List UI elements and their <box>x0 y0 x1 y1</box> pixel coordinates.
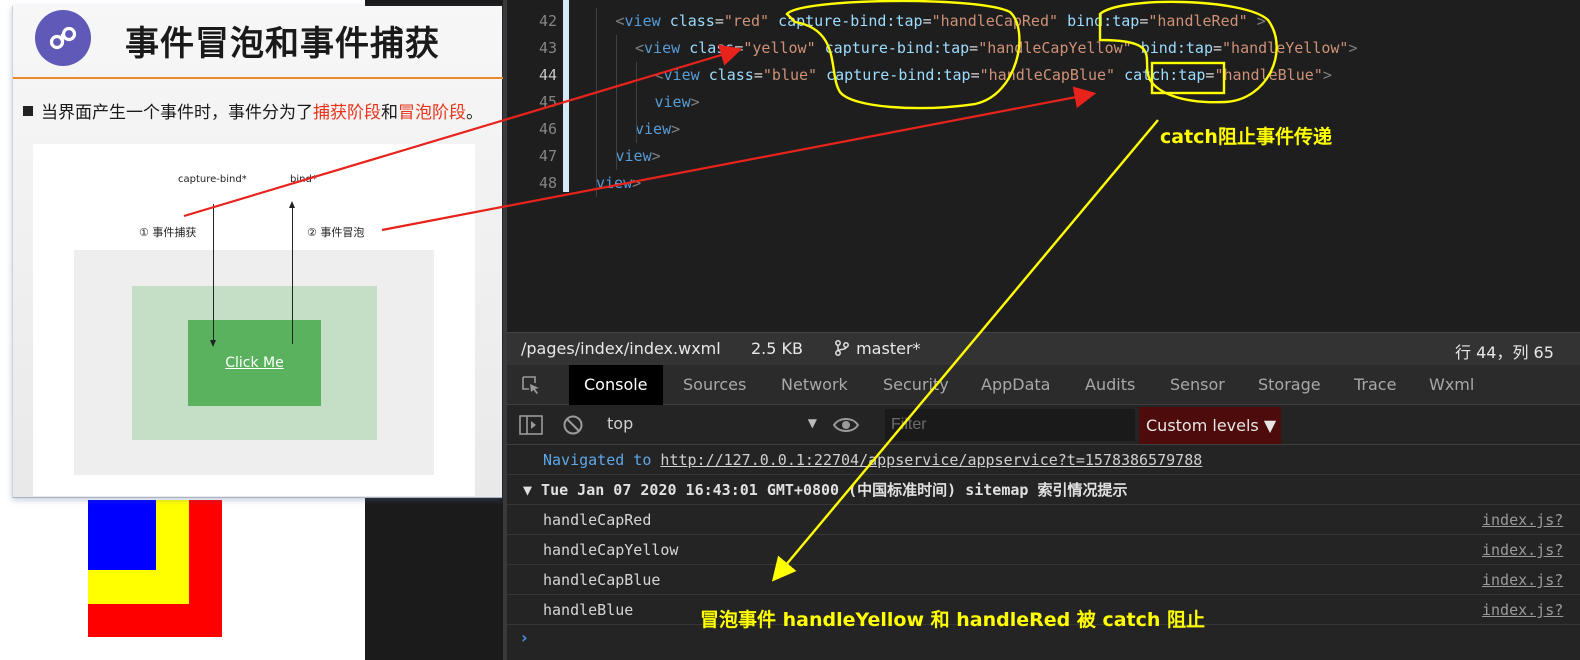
mini-program-logo-icon <box>35 10 91 66</box>
line-number: 42 <box>538 12 557 30</box>
indent-guide <box>596 8 597 197</box>
tab-security[interactable]: Security <box>883 365 949 405</box>
tab-appdata[interactable]: AppData <box>981 365 1050 405</box>
bullet-square-icon <box>23 106 33 116</box>
custom-levels-dropdown[interactable]: Custom levels ▼ <box>1139 407 1281 444</box>
log-message: handleCapYellow <box>543 541 679 559</box>
diagram-arrowheads <box>210 201 295 347</box>
tab-trace[interactable]: Trace <box>1354 365 1396 405</box>
bullet-and: 和 <box>381 103 398 123</box>
navigated-url[interactable]: http://127.0.0.1:22704/appservice/appser… <box>660 451 1202 469</box>
git-branch-icon <box>835 340 849 356</box>
console-group-row[interactable]: ▼ Tue Jan 07 2020 16:43:01 GMT+0800 (中国标… <box>507 475 1580 505</box>
code-text: view> <box>635 120 681 138</box>
bullet-text: 当界面产生一个事件时，事件分为了 <box>41 103 313 123</box>
file-path[interactable]: /pages/index/index.wxml <box>521 339 721 358</box>
console-log-row: handleCapYellow index.js? <box>507 535 1580 565</box>
log-source-link[interactable]: index.js? <box>1482 535 1563 565</box>
tab-network[interactable]: Network <box>781 365 848 405</box>
indent-guide <box>616 35 617 170</box>
console-row-navigated: Navigated to http://127.0.0.1:22704/apps… <box>507 445 1580 475</box>
code-text: view> <box>596 174 642 192</box>
slide-bullet: 当界面产生一个事件时，事件分为了捕获阶段和冒泡阶段。 <box>23 98 483 123</box>
navigated-prefix: Navigated to <box>543 451 652 469</box>
log-source-link[interactable]: index.js? <box>1482 505 1563 535</box>
tab-sources[interactable]: Sources <box>683 365 746 405</box>
code-text: view> <box>654 93 700 111</box>
event-flow-diagram: capture-bind* bind* ① 事件捕获 ② 事件冒泡 Click … <box>33 144 475 496</box>
devtools-tab-bar: Console Sources Network Security AppData Audi… <box>507 365 1580 405</box>
catch-note: catch阻止事件传递 <box>1160 126 1332 148</box>
blue-view[interactable] <box>88 500 156 570</box>
bullet-capture: 捕获阶段 <box>313 103 381 123</box>
console-prompt-icon[interactable]: › <box>521 628 528 647</box>
code-line[interactable]: 48 view> <box>509 170 641 197</box>
clear-console-icon[interactable] <box>562 414 584 436</box>
branch-name: master* <box>856 339 921 358</box>
code-line[interactable]: 44 <view class="blue" capture-bind:tap="h… <box>509 62 1332 89</box>
inspect-element-icon[interactable] <box>521 375 541 395</box>
group-text: ▼ Tue Jan 07 2020 16:43:01 GMT+0800 (中国标… <box>523 481 1128 499</box>
cursor-position[interactable]: 行 44，列 65 <box>1455 339 1554 363</box>
gutter-modified-bar <box>563 0 569 192</box>
log-message: handleCapBlue <box>543 571 661 589</box>
log-message: handleCapRed <box>543 511 652 529</box>
console-log-row: handleCapRed index.js? <box>507 505 1580 535</box>
file-size: 2.5 KB <box>751 339 803 358</box>
status-bar: /pages/index/index.wxml 2.5 KB master* 行… <box>507 332 1580 365</box>
slide-title: 事件冒泡和事件捕获 <box>125 24 440 64</box>
code-text: <view class="red" capture-bind:tap="hand… <box>615 12 1266 30</box>
slide-divider <box>13 77 503 79</box>
code-text: <view class="yellow" capture-bind:tap="h… <box>635 39 1358 57</box>
bullet-bubble: 冒泡阶段 <box>398 103 466 123</box>
code-line[interactable]: 42 <view class="red" capture-bind:tap="ha… <box>509 8 1266 35</box>
git-branch[interactable]: master* <box>833 339 921 358</box>
line-number: 48 <box>538 174 557 192</box>
code-text: view> <box>615 147 661 165</box>
line-number: 47 <box>538 147 557 165</box>
log-source-link[interactable]: index.js? <box>1482 595 1563 625</box>
indent-guide <box>636 62 637 143</box>
tab-wxml[interactable]: Wxml <box>1429 365 1474 405</box>
log-message: handleBlue <box>543 601 634 619</box>
bubble-note: 冒泡事件 handleYellow 和 handleRed 被 catch 阻止 <box>700 609 1206 631</box>
code-line[interactable]: 43 <view class="yellow" capture-bind:tap=… <box>509 35 1358 62</box>
code-line[interactable]: 45 view> <box>509 89 700 116</box>
line-number: 45 <box>538 93 557 111</box>
sidebar-toggle-icon[interactable] <box>519 414 543 436</box>
filter-input[interactable] <box>885 409 1135 441</box>
tab-sensor[interactable]: Sensor <box>1170 365 1225 405</box>
eye-icon[interactable] <box>833 416 859 434</box>
chevron-down-icon: ▼ <box>807 416 817 430</box>
bullet-end: 。 <box>466 103 483 123</box>
code-line[interactable]: 46 view> <box>509 116 680 143</box>
line-number: 43 <box>538 39 557 57</box>
line-number: 44 <box>538 66 557 84</box>
tab-audits[interactable]: Audits <box>1085 365 1135 405</box>
tab-console[interactable]: Console <box>569 365 663 405</box>
context-select[interactable]: top ▼ <box>607 414 817 436</box>
tab-storage[interactable]: Storage <box>1258 365 1321 405</box>
log-source-link[interactable]: index.js? <box>1482 565 1563 595</box>
console-log-row: handleCapBlue index.js? <box>507 565 1580 595</box>
context-value: top <box>607 414 634 433</box>
code-line[interactable]: 47 view> <box>509 143 661 170</box>
console-toolbar: top ▼ Custom levels ▼ <box>507 405 1580 445</box>
line-number: 46 <box>538 120 557 138</box>
code-text: <view class="blue" capture-bind:tap="han… <box>654 66 1332 84</box>
slide-overlay: 事件冒泡和事件捕获 当界面产生一个事件时，事件分为了捕获阶段和冒泡阶段。 cap… <box>12 6 503 498</box>
